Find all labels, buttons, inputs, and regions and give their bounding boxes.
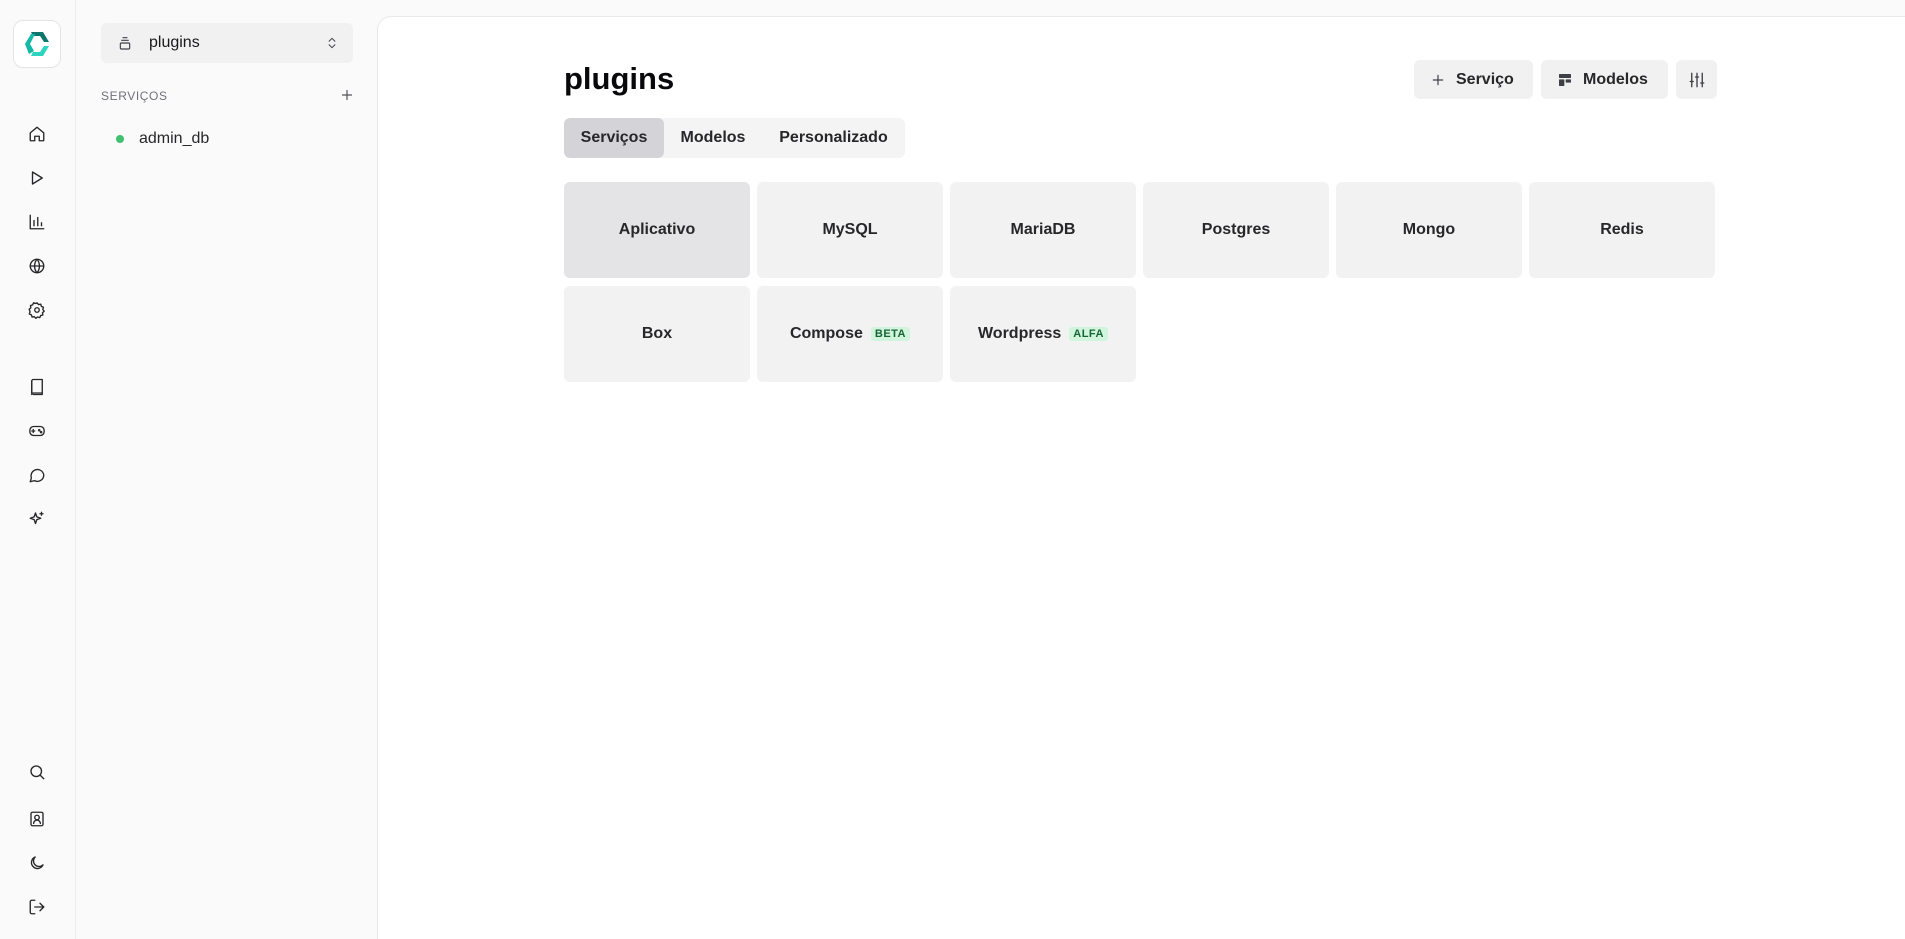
sliders-button[interactable]	[1676, 60, 1717, 99]
icon-rail	[0, 0, 76, 939]
card-wordpress[interactable]: Wordpress ALFA	[950, 286, 1136, 382]
page-title: plugins	[564, 61, 675, 96]
tab-custom[interactable]: Personalizado	[762, 118, 905, 158]
globe-icon[interactable]	[25, 254, 49, 278]
logo-icon	[25, 32, 49, 56]
card-box[interactable]: Box	[564, 286, 750, 382]
tab-services[interactable]: Serviços	[564, 118, 664, 158]
card-redis[interactable]: Redis	[1529, 182, 1715, 278]
card-application[interactable]: Aplicativo	[564, 182, 750, 278]
alpha-badge: ALFA	[1069, 327, 1108, 341]
card-label: Compose	[789, 325, 863, 342]
card-label: Aplicativo	[618, 221, 696, 238]
services-panel: plugins SERVIÇOS admin_db	[76, 0, 376, 939]
moon-icon[interactable]	[25, 851, 49, 875]
project-selector[interactable]: plugins	[101, 23, 353, 63]
service-name: admin_db	[139, 130, 210, 147]
logout-icon[interactable]	[25, 895, 49, 919]
tabs: Serviços Modelos Personalizado	[564, 118, 905, 158]
app-logo[interactable]	[13, 20, 61, 68]
play-icon[interactable]	[25, 166, 49, 190]
bar-chart-icon[interactable]	[25, 210, 49, 234]
layout-template-icon	[1559, 73, 1571, 86]
card-mysql[interactable]: MySQL	[757, 182, 943, 278]
plus-icon	[1432, 74, 1444, 85]
gamepad-icon[interactable]	[25, 419, 49, 443]
home-icon[interactable]	[25, 122, 49, 146]
sparkles-icon[interactable]	[25, 507, 49, 531]
search-icon[interactable]	[25, 760, 49, 784]
service-list-item[interactable]: admin_db	[116, 126, 209, 152]
main-content: plugins Serviço Modelos Serviços Modelos…	[377, 16, 1905, 939]
card-label: Redis	[1600, 221, 1644, 238]
card-label: MySQL	[822, 221, 878, 238]
tab-models[interactable]: Modelos	[664, 118, 762, 158]
layers-icon	[119, 37, 131, 50]
card-label: Box	[641, 325, 673, 342]
card-label: Wordpress	[977, 325, 1062, 342]
project-name: plugins	[149, 34, 200, 51]
message-circle-icon[interactable]	[25, 463, 49, 487]
card-compose[interactable]: Compose BETA	[757, 286, 943, 382]
status-dot	[116, 135, 124, 143]
book-icon[interactable]	[25, 375, 49, 399]
beta-badge: BETA	[870, 327, 911, 341]
user-badge-icon[interactable]	[25, 807, 49, 831]
add-service-button[interactable]: Serviço	[1414, 60, 1533, 99]
models-label: Modelos	[1583, 70, 1648, 88]
card-postgres[interactable]: Postgres	[1143, 182, 1329, 278]
card-mongo[interactable]: Mongo	[1336, 182, 1522, 278]
card-label: Mongo	[1402, 221, 1456, 238]
models-button[interactable]: Modelos	[1541, 60, 1668, 99]
add-service-label: Serviço	[1456, 70, 1514, 88]
settings-icon[interactable]	[25, 298, 49, 322]
card-label: Postgres	[1201, 221, 1271, 238]
add-service-icon[interactable]	[338, 86, 356, 104]
card-mariadb[interactable]: MariaDB	[950, 182, 1136, 278]
services-section-title: SERVIÇOS	[101, 89, 168, 103]
sliders-icon	[1689, 72, 1704, 87]
chevron-up-down-icon	[328, 37, 336, 49]
card-label: MariaDB	[1010, 221, 1076, 238]
